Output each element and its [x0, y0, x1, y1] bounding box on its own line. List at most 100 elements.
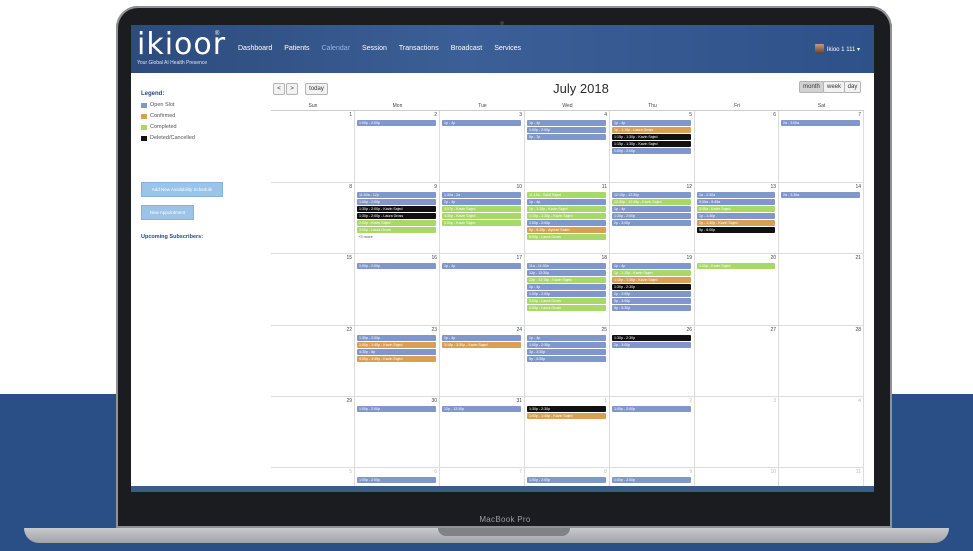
view-month-button[interactable]: month	[799, 81, 824, 93]
calendar-event[interactable]: 5p - 7p	[527, 134, 606, 140]
day-cell[interactable]: 26 1:30p - 2:30p 2p - 3:00p	[610, 326, 695, 397]
calendar-event[interactable]: 1p - 4p	[612, 263, 691, 269]
calendar-event[interactable]: 1:00p - 2:00p	[612, 477, 691, 483]
day-cell[interactable]: 1 1:30p - 2:30p 1:00p - 1:45p - Kavin Saje…	[525, 397, 610, 468]
calendar-event[interactable]: 1:30p - 2:30p	[612, 284, 691, 290]
user-menu[interactable]: Ikioo 1 111 ▾	[814, 44, 860, 54]
day-cell[interactable]: 16 1:00p - 2:00p	[355, 254, 440, 326]
calendar-event[interactable]: 2p - 3:00p	[612, 291, 691, 297]
calendar-event[interactable]: 2p - 3:00p	[612, 342, 691, 348]
calendar-event[interactable]: 4:00p - 4:45p - Kavin Sajed	[357, 356, 436, 362]
calendar-event[interactable]: 3p - 4:00p	[612, 298, 691, 304]
calendar-event[interactable]: 1:15p - 1:30p - Kavin Sajed	[612, 134, 691, 140]
calendar-event[interactable]: 1:00p - 2:00p	[612, 406, 691, 412]
calendar-event[interactable]: 12:30p - 12:45p - Kavin Sajed	[612, 199, 691, 205]
day-cell[interactable]: 29	[271, 397, 355, 468]
day-cell[interactable]: 9 11:00a - 12p 1:00p - 2:00p 1:30p - 2:00p …	[355, 183, 440, 254]
calendar-event[interactable]: 4:30p - Kavin Sajed	[442, 213, 521, 219]
day-cell[interactable]: 24 1p - 4p 3:15p - 3:30p - Kavin Sajed	[440, 326, 525, 397]
calendar-event[interactable]: 1:00p - 2:00p	[357, 120, 436, 126]
calendar-event[interactable]: 1:30p - 2:30p	[612, 335, 691, 341]
calendar-event[interactable]: 1p - 4p	[527, 284, 606, 290]
calendar-event[interactable]: 1:00p - 2:30p	[527, 342, 606, 348]
calendar-event[interactable]: 1:00p - 2:00p	[527, 291, 606, 297]
day-cell[interactable]: 20 1:00p - Kavin Sajed	[695, 254, 779, 326]
calendar-event[interactable]: 4:00p - Laura Gross	[527, 305, 606, 311]
prev-button[interactable]: <	[273, 83, 285, 95]
calendar-event[interactable]: 1p - 1:15p - Kavin Sajed	[527, 206, 606, 212]
calendar-event[interactable]: 4:07p - Kavin Sajed	[442, 206, 521, 212]
calendar-event[interactable]: 1p - 1:30p	[697, 213, 775, 219]
calendar-event[interactable]: 1p - 1:30p - Kavin Sajed	[697, 220, 775, 226]
nav-patients[interactable]: Patients	[284, 45, 309, 52]
calendar-event[interactable]: 1:15p - 1:30p - Kavin Sajed	[612, 277, 691, 283]
calendar-event[interactable]: 12p - 12:15p - Kavin Sajed	[527, 277, 606, 283]
calendar-event[interactable]: 2p - 3:00p	[612, 220, 691, 226]
calendar-event[interactable]: 1:00p - 2:00p	[357, 199, 436, 205]
calendar-event[interactable]: 1p - 4p	[612, 206, 691, 212]
day-cell[interactable]: 15	[271, 254, 355, 326]
day-cell[interactable]: 4 1p - 4p 1:00p - 2:00p 5p - 7p	[525, 111, 610, 183]
day-cell[interactable]: 31 12p - 12:30p	[440, 397, 525, 468]
day-cell[interactable]: 22	[271, 326, 355, 397]
calendar-event[interactable]: 1:30p - 2:00p	[357, 335, 436, 341]
day-cell[interactable]: 11 11:15a - Sahil Sajed 1p - 4p 1p - 1:15p …	[525, 183, 610, 254]
next-button[interactable]: >	[286, 83, 298, 95]
calendar-event[interactable]: 5p - 6:00p	[697, 227, 775, 233]
calendar-event[interactable]: 1p - 4p	[442, 335, 521, 341]
calendar-event[interactable]: 9:45a - Kavin Sajed	[697, 206, 775, 212]
nav-session[interactable]: Session	[362, 45, 387, 52]
nav-services[interactable]: Services	[494, 45, 521, 52]
calendar-event[interactable]: 1:00p - 2:00p	[527, 220, 606, 226]
calendar-event[interactable]: 5p - 5:30p	[527, 356, 606, 362]
calendar-event[interactable]: 1:30a - 2a	[442, 192, 521, 198]
view-week-button[interactable]: week	[823, 81, 845, 93]
calendar-event[interactable]: 12:15p - 12:30p	[612, 192, 691, 198]
calendar-event[interactable]: 3:00p - Laura Gross	[527, 298, 606, 304]
day-cell[interactable]: 7 2a - 3:00a	[779, 111, 864, 183]
calendar-event[interactable]: 1p - 4p	[527, 120, 606, 126]
calendar-event[interactable]: 1:00p - 1:45p - Kavin Sajed	[527, 413, 606, 419]
add-availability-button[interactable]: Add New Availability Schedule	[141, 182, 223, 197]
day-cell[interactable]: 23 1:30p - 2:00p 1:00p - 1:45p - Kavin Saj…	[355, 326, 440, 397]
calendar-event[interactable]: 1p - 1:15p - Laura Gross	[612, 127, 691, 133]
calendar-event[interactable]: 1:15p - 1:30p - Kavin Sajed	[527, 213, 606, 219]
calendar-event[interactable]: 11:15a - Sahil Sajed	[527, 192, 606, 198]
calendar-event[interactable]: 12p - 12:30p	[442, 406, 521, 412]
calendar-event[interactable]: 1:00p - Kavin Sajed	[697, 263, 775, 269]
day-cell[interactable]: 14 2a - 3:30a	[779, 183, 864, 254]
calendar-event[interactable]: 1:30p - 2:00p	[612, 213, 691, 219]
calendar-event[interactable]: 3:00p - Laura Gross	[357, 227, 436, 233]
logo[interactable]: ikioor	[137, 27, 226, 62]
calendar-event[interactable]: 6:00p - Laura Gross	[527, 234, 606, 240]
calendar-event[interactable]: 1:15p - 1:30p - Kavin Sajed	[612, 141, 691, 147]
calendar-event[interactable]: 4:30p - 5p	[357, 349, 436, 355]
calendar-event[interactable]: 12p - 12:30p	[527, 270, 606, 276]
day-cell[interactable]: 21	[779, 254, 864, 326]
view-day-button[interactable]: day	[844, 81, 861, 93]
day-cell[interactable]: 3 1p - 4p	[440, 111, 525, 183]
calendar-event[interactable]: 1:00p - 2:00p	[527, 477, 606, 483]
day-cell[interactable]: 4	[779, 397, 864, 468]
more-events-link[interactable]: +3 more	[358, 234, 373, 239]
calendar-event[interactable]: 1:30p - 2:00p - Kavin Sajed	[357, 206, 436, 212]
calendar-event[interactable]: 3p - 3:30p	[527, 349, 606, 355]
day-cell[interactable]: 5 1p - 4p 1p - 1:15p - Laura Gross 1:15p - …	[610, 111, 695, 183]
day-cell[interactable]: 30 1:00p - 2:00p	[355, 397, 440, 468]
day-cell[interactable]: 1	[271, 111, 355, 183]
day-cell[interactable]: 6	[695, 111, 779, 183]
calendar-event[interactable]: 2a - 3:00a	[781, 120, 860, 126]
calendar-event[interactable]: 11:00a - 12p	[357, 192, 436, 198]
day-cell[interactable]: 10 1:30a - 2a 1p - 4p 4:07p - Kavin Sajed 4:…	[440, 183, 525, 254]
day-cell[interactable]: 12 12:15p - 12:30p 12:30p - 12:45p - Kavin…	[610, 183, 695, 254]
calendar-event[interactable]: 1:00p - 2:00p	[357, 263, 436, 269]
day-cell[interactable]: 19 1p - 4p 1p - 1:15p - Kavin Sajed 1:15p -…	[610, 254, 695, 326]
calendar-event[interactable]: 1:00p - 2:00p	[357, 406, 436, 412]
calendar-event[interactable]: 11a - 11:30a	[527, 263, 606, 269]
calendar-event[interactable]: 1:00p - 2:00p	[612, 148, 691, 154]
day-cell[interactable]: 13 2a - 2:30a 9:30a - 9:45a 9:45a - Kavin S…	[695, 183, 779, 254]
day-cell[interactable]: 28	[779, 326, 864, 397]
day-cell[interactable]: 2 1:00p - 2:00p	[355, 111, 440, 183]
calendar-event[interactable]: 5p - 6:15p - Ayman Saleh	[527, 227, 606, 233]
nav-transactions[interactable]: Transactions	[399, 45, 439, 52]
